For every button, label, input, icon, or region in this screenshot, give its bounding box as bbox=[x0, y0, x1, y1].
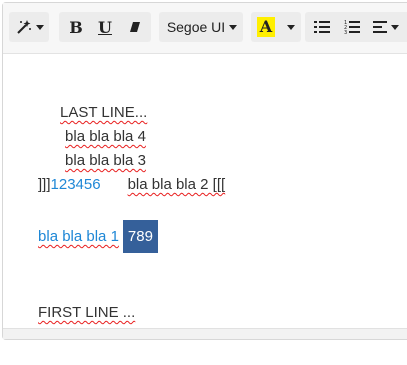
magic-wand-icon bbox=[17, 20, 31, 34]
ordered-list-button[interactable]: 1 2 3 bbox=[339, 12, 365, 42]
eraser-icon bbox=[130, 22, 140, 32]
align-dropdown[interactable] bbox=[369, 12, 403, 42]
selected-text: 789 bbox=[122, 220, 158, 253]
rich-text-editor: B U Segoe UI A 1 2 3 LAST LINE... bla bl… bbox=[2, 2, 407, 340]
numbered-list-icon: 1 2 3 bbox=[344, 20, 360, 35]
bold-button[interactable]: B bbox=[63, 12, 89, 42]
eraser-button[interactable] bbox=[122, 12, 148, 42]
font-group: Segoe UI bbox=[159, 12, 243, 42]
unordered-list-button[interactable] bbox=[309, 12, 335, 42]
number-text: 123456 bbox=[50, 176, 101, 193]
chevron-down-icon bbox=[391, 24, 399, 30]
line-text: FIRST LINE ... bbox=[38, 304, 136, 321]
align-left-icon bbox=[373, 21, 387, 33]
font-color-icon: A bbox=[256, 17, 276, 37]
paragraph-group: 1 2 3 bbox=[305, 12, 407, 42]
color-group: A bbox=[251, 12, 301, 42]
chevron-down-icon bbox=[36, 24, 44, 30]
svg-text:3: 3 bbox=[344, 30, 347, 35]
bullet-list-icon bbox=[314, 21, 330, 33]
font-family-label: Segoe UI bbox=[166, 19, 226, 35]
font-color-button[interactable]: A bbox=[255, 12, 277, 42]
editor-toolbar: B U Segoe UI A 1 2 3 bbox=[3, 3, 407, 54]
editor-content[interactable]: LAST LINE... bla bla bla 4 bla bla bla 3… bbox=[13, 53, 407, 329]
chevron-down-icon bbox=[287, 24, 295, 30]
resize-bar[interactable] bbox=[3, 328, 407, 339]
bracket-text: ]]] bbox=[38, 176, 51, 193]
line-text: bla bla bla 1 bbox=[38, 228, 119, 245]
text-line-1: bla bla bla 1 789 bbox=[13, 203, 158, 270]
font-family-dropdown[interactable]: Segoe UI bbox=[165, 12, 239, 42]
line-text: bla bla bla 2 [[[ bbox=[127, 176, 226, 193]
underline-button[interactable]: U bbox=[92, 12, 118, 42]
magic-wand-button[interactable] bbox=[13, 12, 47, 42]
magic-group bbox=[9, 12, 49, 42]
chevron-down-icon bbox=[229, 24, 238, 30]
format-group: B U bbox=[59, 12, 151, 42]
font-color-dropdown[interactable] bbox=[279, 12, 299, 42]
